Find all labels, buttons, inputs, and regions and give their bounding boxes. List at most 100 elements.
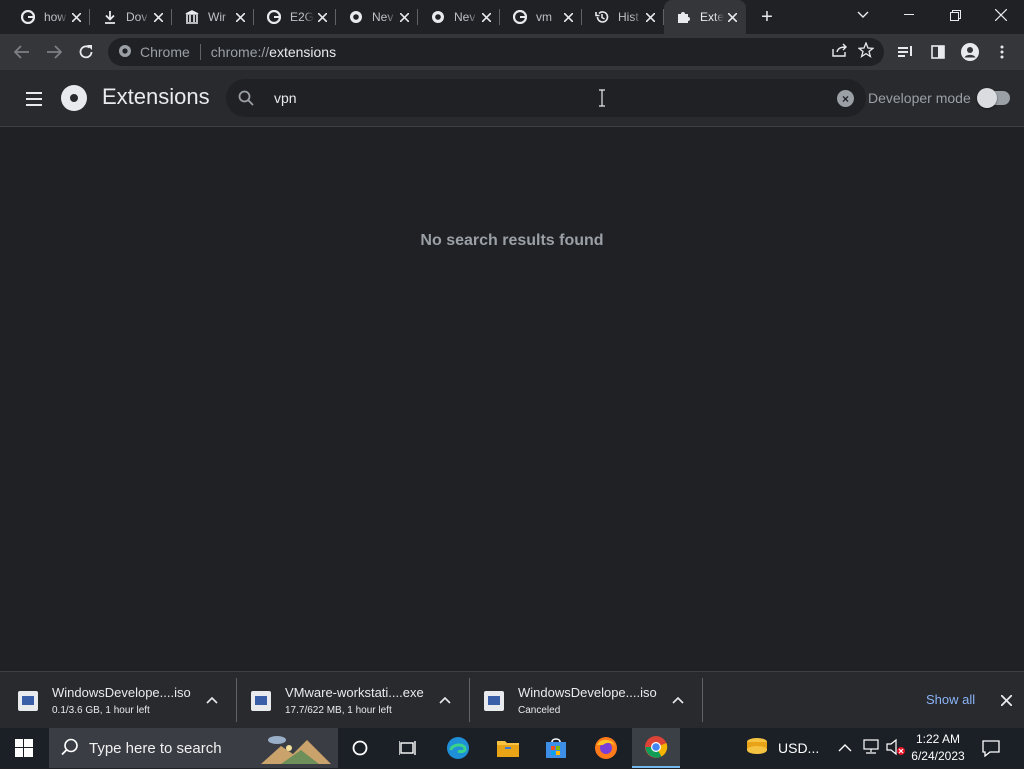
tab-title: Nev [372, 10, 394, 24]
task-view-icon[interactable] [384, 728, 432, 768]
new-tab-button[interactable]: + [752, 0, 782, 34]
search-placeholder: Type here to search [89, 739, 222, 757]
edge-browser-icon[interactable] [434, 728, 482, 768]
close-tab-icon[interactable] [68, 9, 84, 25]
chevron-up-icon[interactable] [204, 692, 220, 708]
history-icon [594, 9, 610, 25]
close-tab-icon[interactable] [560, 9, 576, 25]
download-separator [236, 678, 237, 722]
developer-mode-toggle[interactable] [977, 88, 1010, 108]
file-icon [18, 690, 38, 711]
tab-title: how [44, 10, 67, 24]
chevron-up-icon[interactable] [670, 692, 686, 708]
system-tray-icons [838, 728, 906, 768]
cortana-icon[interactable] [336, 728, 384, 768]
download-status: 17.7/622 MB, 1 hour left [285, 705, 392, 716]
no-results-message: No search results found [420, 232, 604, 249]
close-tab-icon[interactable] [642, 9, 658, 25]
close-tab-icon[interactable] [314, 9, 330, 25]
tab-6[interactable]: vm [500, 0, 582, 34]
download-filename: WindowsDevelope....iso [52, 685, 191, 700]
file-icon [251, 690, 271, 711]
tab-5[interactable]: Nev [418, 0, 500, 34]
currency-label: USD... [778, 740, 820, 756]
close-tab-icon[interactable] [396, 9, 412, 25]
store-icon[interactable] [532, 728, 580, 768]
main-menu-icon[interactable] [26, 88, 48, 110]
search-extensions-box[interactable]: × [226, 79, 866, 117]
minimize-button[interactable] [886, 0, 932, 30]
reload-icon[interactable] [70, 36, 102, 68]
back-arrow-icon[interactable] [6, 36, 38, 68]
profile-avatar-icon[interactable] [954, 36, 986, 68]
close-window-button[interactable] [978, 0, 1024, 30]
firefox-icon[interactable] [582, 728, 630, 768]
forward-arrow-icon[interactable] [38, 36, 70, 68]
tab-2[interactable]: Wir [172, 0, 254, 34]
address-bar[interactable]: Chrome chrome://extensions [108, 38, 884, 66]
bookmark-star-icon[interactable] [857, 41, 875, 62]
windows-taskbar: Type here to search USD... 1:22 AM 6/24/… [0, 728, 1024, 768]
restore-button[interactable] [932, 0, 978, 30]
tab-7[interactable]: Hist [582, 0, 664, 34]
tab-title: vm [536, 10, 552, 24]
download-filename: VMware-workstati....exe [285, 685, 424, 700]
taskbar-search-box[interactable]: Type here to search [49, 728, 338, 768]
download-separator [469, 678, 470, 722]
close-tab-icon[interactable] [724, 9, 740, 25]
side-panel-icon[interactable] [922, 36, 954, 68]
tab-0[interactable]: how [8, 0, 90, 34]
download-item[interactable]: VMware-workstati....exe 17.7/622 MB, 1 h… [251, 672, 451, 729]
google-icon [512, 9, 528, 25]
system-clock[interactable]: 1:22 AM 6/24/2023 [908, 731, 968, 765]
clock-date: 6/24/2023 [911, 749, 965, 763]
show-all-downloads-link[interactable]: Show all [926, 692, 975, 707]
clock-time: 1:22 AM [915, 732, 961, 746]
windows-start-icon[interactable] [0, 728, 48, 768]
browser-toolbar: Chrome chrome://extensions [0, 34, 1024, 70]
chrome-taskbar-icon[interactable] [632, 728, 680, 768]
tab-search-chevron-icon[interactable] [840, 0, 886, 30]
tab-3[interactable]: E2G [254, 0, 336, 34]
download-item[interactable]: WindowsDevelope....iso 0.1/3.6 GB, 1 hou… [18, 672, 218, 729]
search-input[interactable] [274, 79, 834, 117]
share-icon[interactable] [832, 43, 848, 61]
clear-search-icon[interactable]: × [837, 90, 854, 107]
tab-1[interactable]: Dov [90, 0, 172, 34]
file-icon [484, 690, 504, 711]
download-item[interactable]: WindowsDevelope....iso Canceled [484, 672, 684, 729]
puzzle-icon [676, 9, 692, 25]
chrome-logo-icon [61, 85, 87, 111]
extensions-header: Extensions × Developer mode [0, 70, 1024, 127]
tab-title: Hist [618, 10, 639, 24]
tab-4[interactable]: Nev [336, 0, 418, 34]
chevron-up-icon[interactable] [437, 692, 453, 708]
close-tab-icon[interactable] [150, 9, 166, 25]
file-explorer-icon[interactable] [484, 728, 532, 768]
volume-muted-icon[interactable] [886, 738, 906, 759]
currency-widget[interactable]: USD... [744, 728, 819, 768]
tab-8[interactable]: Exte [664, 0, 746, 34]
url-scheme: chrome:// [210, 44, 270, 60]
show-hidden-icons-chevron-icon[interactable] [838, 740, 852, 756]
network-icon[interactable] [862, 738, 880, 758]
tab-title: Nev [454, 10, 476, 24]
url-host: extensions [269, 44, 337, 60]
chrome-icon [430, 9, 446, 25]
download-status: Canceled [518, 705, 561, 716]
omnibox-divider [199, 44, 201, 60]
tab-title: Dov [126, 10, 148, 24]
close-tab-icon[interactable] [478, 9, 494, 25]
tabs: how Dov Wir E2G Nev Nev vm Hist Exte [8, 0, 746, 34]
download-filename: WindowsDevelope....iso [518, 685, 657, 700]
close-tab-icon[interactable] [232, 9, 248, 25]
notifications-icon[interactable] [968, 728, 1014, 768]
media-queue-icon[interactable] [890, 36, 922, 68]
download-icon [102, 9, 118, 25]
close-shelf-icon[interactable] [996, 690, 1016, 710]
text-cursor-icon [599, 89, 605, 107]
tab-title: Wir [208, 10, 226, 24]
more-menu-icon[interactable] [986, 36, 1018, 68]
download-separator [702, 678, 703, 722]
download-shelf: WindowsDevelope....iso 0.1/3.6 GB, 1 hou… [0, 671, 1024, 728]
